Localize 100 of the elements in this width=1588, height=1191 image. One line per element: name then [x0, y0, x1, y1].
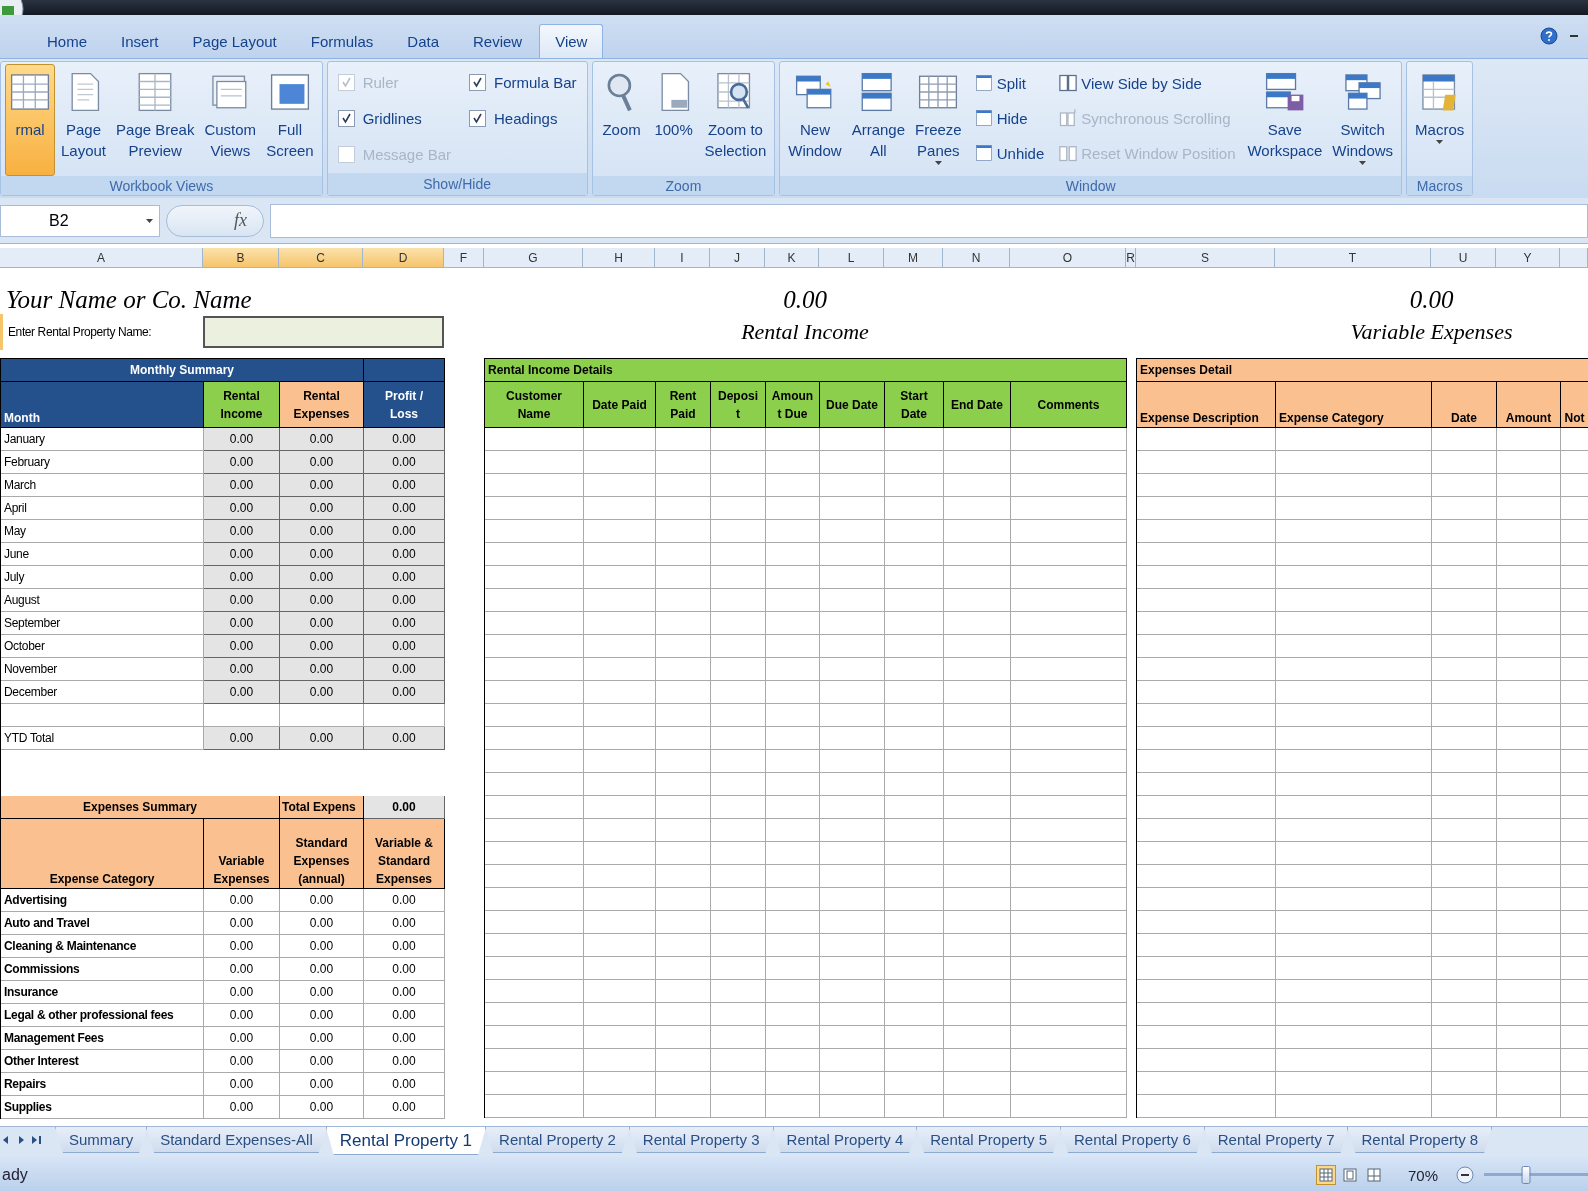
ribbon-button[interactable]: Page Layout	[57, 64, 111, 176]
column-header[interactable]: G	[484, 248, 583, 268]
minimize-icon[interactable]	[1570, 34, 1578, 38]
view-button[interactable]	[1315, 1165, 1336, 1185]
ribbon-button[interactable]: New Window	[784, 64, 846, 176]
sheet-tab[interactable]: Rental Property 2	[485, 1127, 630, 1153]
side-by-side-icon	[1058, 73, 1079, 93]
column-header[interactable]: C	[279, 248, 363, 268]
column-header[interactable]: T	[1275, 248, 1431, 268]
column-header[interactable]	[1560, 248, 1588, 268]
table-cell: 0.00	[204, 474, 280, 497]
ribbon-button[interactable]: Hide	[971, 103, 1047, 133]
ribbon-button[interactable]: Freeze Panes	[911, 64, 966, 176]
checkbox[interactable]: Formula Bar	[469, 64, 577, 100]
ribbon-button[interactable]: Zoom to Selection	[700, 64, 771, 176]
sheet-tab[interactable]: Rental Property 4	[772, 1127, 918, 1153]
ribbon-button[interactable]: Macros	[1411, 64, 1469, 176]
column-header: Date	[1432, 382, 1497, 428]
ribbon-button[interactable]: Arrange All	[847, 64, 909, 176]
table-cell: 0.00	[280, 681, 364, 704]
checkmark-icon	[340, 112, 352, 124]
window-icon	[973, 73, 994, 93]
checkmark-icon	[472, 76, 484, 88]
column-header[interactable]: N	[943, 248, 1010, 268]
row-label: January	[1, 428, 204, 451]
ribbon-button[interactable]: Save Workspace	[1243, 64, 1327, 176]
sheet-tab[interactable]: Rental Property 5	[916, 1127, 1061, 1153]
sheet-tab[interactable]: Rental Property 8	[1347, 1127, 1493, 1153]
table-cell: 0.00	[364, 1096, 445, 1119]
sheet-tab[interactable]: Rental Property 6	[1060, 1127, 1205, 1153]
ribbon-button[interactable]: rmal	[5, 64, 55, 176]
column-header[interactable]: R	[1126, 248, 1136, 268]
ribbon-button[interactable]: Full Screen	[262, 64, 318, 176]
table-cell: 0.00	[204, 635, 280, 658]
ribbon-button[interactable]: Custom Views	[200, 64, 261, 176]
insert-function-button[interactable]: fx	[228, 209, 253, 232]
table-cell: 0.00	[280, 981, 364, 1004]
ribbon-tab[interactable]: Insert	[105, 24, 175, 58]
caret-icon	[146, 218, 153, 223]
ribbon-button[interactable]: Split	[971, 68, 1047, 98]
column-header[interactable]: B	[203, 248, 279, 268]
name-box[interactable]: B2	[0, 204, 160, 237]
ribbon-button[interactable]: Switch Windows	[1328, 64, 1398, 176]
table-cell: 0.00	[204, 428, 280, 451]
sheet-tab[interactable]: Rental Property 3	[628, 1127, 774, 1153]
ribbon-tab[interactable]: Review	[457, 24, 539, 58]
checkbox[interactable]: Gridlines	[337, 100, 452, 136]
column-header[interactable]: I	[655, 248, 710, 268]
row-label: Advertising	[1, 889, 204, 912]
ribbon-button[interactable]: Zoom	[596, 64, 647, 176]
table-cell: 0.00	[280, 889, 364, 912]
column-header: Not	[1561, 382, 1588, 428]
sheet-tab[interactable]: Summary	[55, 1127, 148, 1153]
ribbon-tab[interactable]: Formulas	[294, 24, 390, 58]
column-header[interactable]: K	[765, 248, 819, 268]
checkbox[interactable]: Headings	[469, 100, 577, 136]
help-icon[interactable]	[1540, 27, 1558, 45]
table-cell: 0.00	[280, 1073, 364, 1096]
table-cell: 0.00	[204, 1096, 280, 1119]
column-header[interactable]: F	[444, 248, 484, 268]
ribbon-tab[interactable]: Home	[31, 24, 103, 58]
table-cell: 0.00	[280, 1050, 364, 1073]
group-label: Zoom	[592, 176, 775, 195]
column-header[interactable]: H	[583, 248, 655, 268]
column-header: Customer Name	[485, 382, 584, 428]
ribbon-tab[interactable]: View	[539, 24, 604, 58]
formula-input[interactable]	[270, 203, 1588, 238]
ribbon-button[interactable]: View Side by Side	[1056, 68, 1238, 98]
column-header[interactable]: S	[1136, 248, 1275, 268]
column-header[interactable]: A	[0, 248, 203, 268]
total-value: 0.00	[1408, 286, 1455, 314]
row-label: November	[1, 658, 204, 681]
ribbon-button[interactable]: Unhide	[971, 138, 1047, 168]
column-header: Rental Income	[204, 382, 280, 428]
column-header[interactable]: M	[884, 248, 943, 268]
column-header: Rent Paid	[656, 382, 711, 428]
table-cell: 0.00	[364, 681, 445, 704]
sheet-tab[interactable]: Rental Property 1	[325, 1127, 487, 1155]
table-title: Expenses Detail	[1137, 359, 1588, 382]
property-name-field[interactable]	[203, 316, 444, 348]
table-cell: 0.00	[280, 428, 364, 451]
sheet-tab[interactable]: Standard Expenses-All	[146, 1127, 327, 1153]
row-label: June	[1, 543, 204, 566]
column-header[interactable]: O	[1010, 248, 1126, 268]
column-header: Comments	[1011, 382, 1127, 428]
table-cell: 0.00	[280, 451, 364, 474]
column-header: Variable Expenses	[204, 819, 280, 889]
ribbon-tab[interactable]: Data	[391, 24, 455, 58]
window-icon	[973, 143, 994, 163]
ribbon-button[interactable]: Page Break Preview	[112, 64, 199, 176]
ribbon-tab[interactable]: Page Layout	[176, 24, 293, 58]
column-header[interactable]: J	[710, 248, 765, 268]
sheet-tab[interactable]: Rental Property 7	[1203, 1127, 1349, 1153]
zoom-out-icon[interactable]	[1456, 1166, 1474, 1184]
table-cell: 0.00	[204, 889, 280, 912]
column-header[interactable]: U	[1431, 248, 1496, 268]
ribbon-button[interactable]: 100%	[648, 64, 699, 176]
column-header[interactable]: L	[819, 248, 884, 268]
column-header[interactable]: Y	[1496, 248, 1560, 268]
column-header[interactable]: D	[363, 248, 444, 268]
